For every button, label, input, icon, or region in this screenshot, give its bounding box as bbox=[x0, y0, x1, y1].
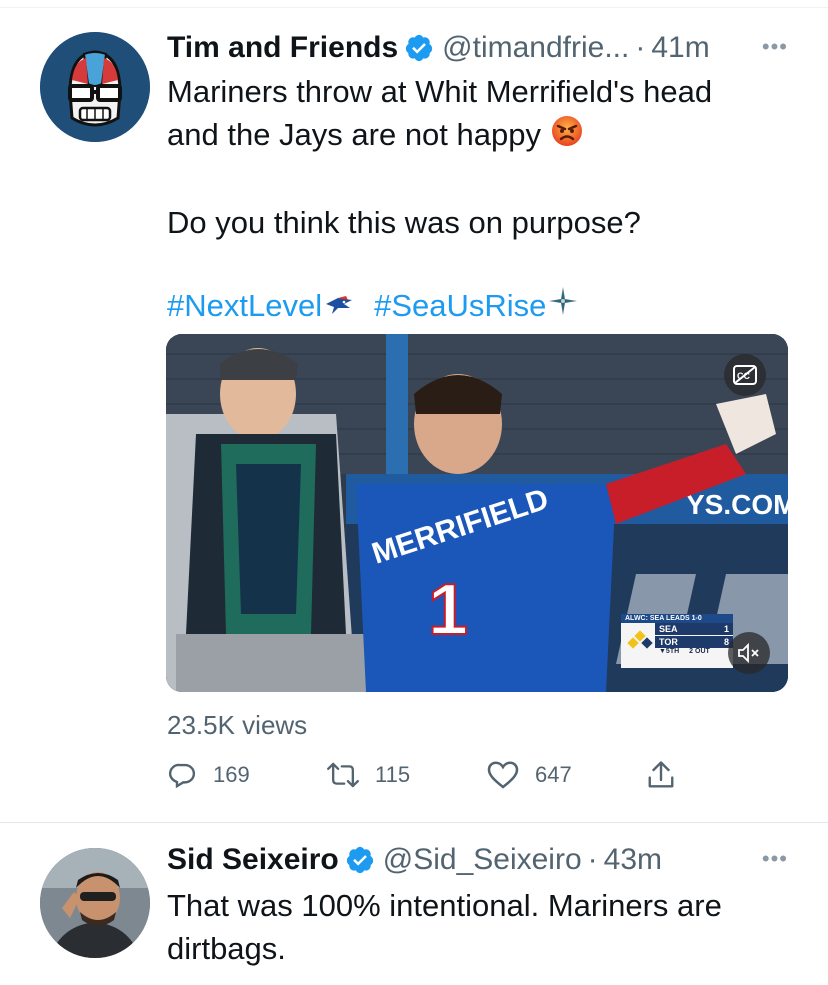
tweet-question: Do you think this was on purpose? bbox=[167, 205, 641, 241]
tweet-text-line: dirtbags. bbox=[167, 931, 286, 966]
verified-badge-icon bbox=[345, 845, 375, 875]
retweet-count: 115 bbox=[375, 762, 411, 787]
blue-jays-logo-icon bbox=[324, 284, 354, 327]
mariners-compass-icon bbox=[548, 284, 578, 327]
heart-icon bbox=[487, 761, 519, 789]
reply-button[interactable]: 169 bbox=[167, 760, 250, 790]
retweet-button[interactable]: 115 bbox=[327, 760, 410, 790]
scorebug: ALWC: SEA LEADS 1-0 SEA 1 TOR 8 ▼5TH 2 OUT bbox=[621, 614, 733, 668]
view-count: 23.5K views bbox=[167, 710, 308, 740]
avatar-face-icon bbox=[40, 32, 150, 142]
more-options-icon[interactable]: ••• bbox=[762, 34, 788, 60]
scorebug-row: SEA 1 bbox=[655, 623, 733, 635]
hashtag-seausrise[interactable]: #SeaUsRise bbox=[374, 284, 546, 327]
user-handle[interactable]: @Sid_Seixeiro bbox=[383, 843, 582, 877]
tweet-header: Tim and Friends @timandfrie... · 41m bbox=[167, 28, 710, 68]
svg-text:YS.COM: YS.COM bbox=[686, 489, 788, 520]
retweet-icon bbox=[327, 762, 359, 788]
like-count: 647 bbox=[535, 762, 572, 787]
avatar[interactable] bbox=[40, 32, 150, 142]
closed-captions-icon[interactable]: CC bbox=[724, 354, 766, 396]
user-handle[interactable]: @timandfrie... bbox=[442, 31, 629, 65]
share-icon bbox=[648, 761, 674, 788]
display-name[interactable]: Tim and Friends bbox=[167, 31, 398, 65]
tweet-header: Sid Seixeiro @Sid_Seixeiro · 43m bbox=[167, 840, 662, 880]
tweet-divider bbox=[0, 822, 828, 823]
display-name[interactable]: Sid Seixeiro bbox=[167, 843, 339, 877]
svg-text:1: 1 bbox=[428, 570, 468, 650]
tweet-timestamp[interactable]: 41m bbox=[651, 31, 709, 65]
tweet-timestamp[interactable]: 43m bbox=[604, 843, 662, 877]
tweet[interactable]: Tim and Friends @timandfrie... · 41m •••… bbox=[0, 20, 828, 820]
tweet-text: That was 100% intentional. Mariners are … bbox=[167, 884, 787, 970]
action-bar: 169 115 647 bbox=[167, 760, 697, 794]
like-button[interactable]: 647 bbox=[487, 760, 572, 790]
tweet-text-line: and the Jays are not happy bbox=[167, 113, 787, 159]
reply-icon bbox=[168, 763, 196, 789]
bases-diamond-icon bbox=[627, 630, 653, 649]
hashtag-row: #NextLevel #SeaUsRise bbox=[167, 284, 787, 327]
reply-count: 169 bbox=[213, 762, 250, 787]
top-divider bbox=[0, 7, 828, 8]
more-options-icon[interactable]: ••• bbox=[762, 846, 788, 872]
scorebug-header: ALWC: SEA LEADS 1-0 bbox=[621, 614, 733, 623]
avatar-photo bbox=[40, 848, 150, 958]
tweet-text: Mariners throw at Whit Merrifield's head… bbox=[167, 70, 787, 327]
video-player[interactable]: YS.COM MERRIFIELD 1 CC ALWC: bbox=[166, 334, 788, 692]
angry-face-emoji-icon bbox=[550, 114, 584, 159]
verified-badge-icon bbox=[404, 33, 434, 63]
muted-speaker-icon[interactable] bbox=[728, 632, 770, 674]
hashtag-nextlevel[interactable]: #NextLevel bbox=[167, 284, 322, 327]
scorebug-row: TOR 8 bbox=[655, 636, 733, 648]
tweet-text-line: Mariners throw at Whit Merrifield's head bbox=[167, 74, 713, 109]
avatar[interactable] bbox=[40, 848, 150, 958]
separator-dot: · bbox=[587, 843, 598, 876]
share-button[interactable] bbox=[647, 760, 675, 790]
separator-dot: · bbox=[635, 31, 646, 64]
tweet-text-line: That was 100% intentional. Mariners are bbox=[167, 888, 722, 923]
tweet[interactable]: Sid Seixeiro @Sid_Seixeiro · 43m ••• Tha… bbox=[0, 838, 828, 985]
